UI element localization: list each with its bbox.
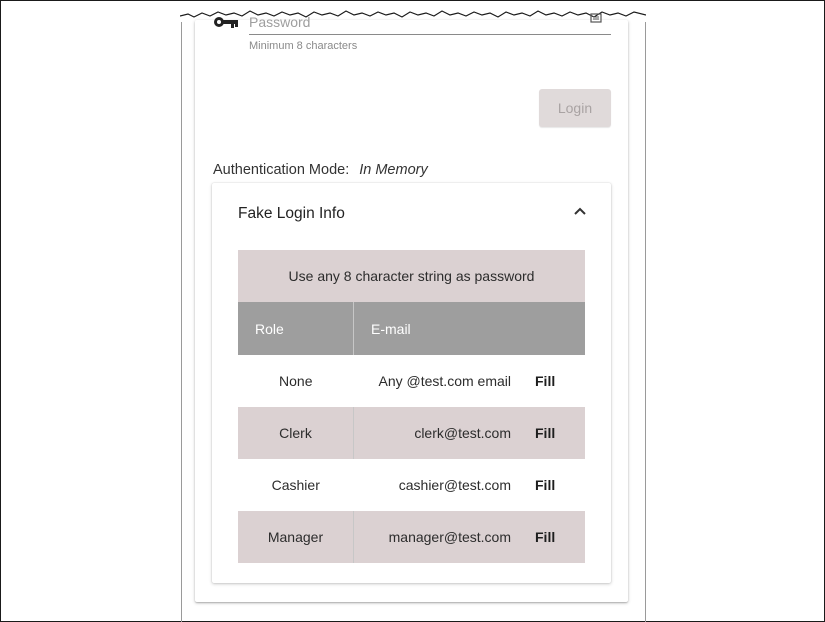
table-row: Clerk clerk@test.com Fill [238,407,585,459]
fill-button[interactable]: Fill [521,407,585,459]
password-hint: Minimum 8 characters [249,40,358,52]
email-cell: clerk@test.com [353,407,521,459]
auth-mode-label: Authentication Mode: [213,162,350,178]
page-edge-left [181,22,182,622]
auth-mode: Authentication Mode: In Memory [213,162,428,178]
email-cell: cashier@test.com [398,477,511,493]
panel-title[interactable]: Fake Login Info [238,205,345,223]
fill-button[interactable]: Fill [521,511,585,563]
key-icon [214,17,238,28]
role-cell: Cashier [271,477,320,493]
password-note: Use any 8 character string as password [238,250,585,302]
column-header-role: Role [238,302,354,355]
table-row: Manager manager@test.com Fill [238,511,585,563]
role-cell: Manager [238,511,354,563]
table-row: None Any @test.com email Fill [238,355,585,407]
email-cell: Any @test.com email [378,373,511,389]
role-cell: Clerk [238,407,354,459]
login-button[interactable]: Login [539,89,611,127]
page-edge-right [645,22,646,622]
table-header-row: Role E-mail [238,302,585,355]
password-visibility-icon[interactable] [590,12,602,24]
column-header-email: E-mail [353,302,585,355]
table-row: Cashier cashier@test.com Fill [238,459,585,511]
chevron-up-icon[interactable] [573,206,587,216]
auth-mode-value: In Memory [359,162,428,178]
fill-button[interactable]: Fill [521,355,585,407]
email-cell: manager@test.com [353,511,521,563]
role-cell: None [279,373,313,389]
fake-login-table: Role E-mail None Any @test.com email Fil… [238,302,585,563]
fill-button[interactable]: Fill [521,459,585,511]
password-input[interactable] [249,10,611,35]
